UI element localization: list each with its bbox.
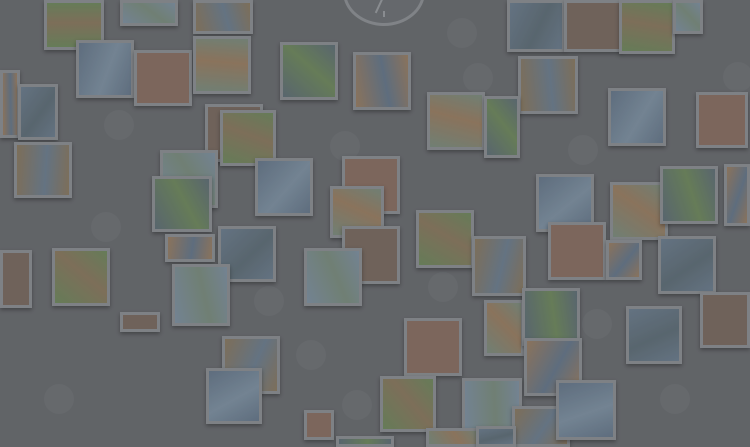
photo-thumbnail[interactable] [172, 264, 230, 326]
photo-thumbnail[interactable] [304, 248, 362, 306]
bokeh-dot [463, 63, 493, 93]
photo-thumbnail[interactable] [14, 142, 72, 198]
photo-thumbnail[interactable] [696, 92, 748, 148]
photo-thumbnail[interactable] [660, 166, 718, 224]
photo-thumbnail[interactable] [152, 176, 212, 232]
photo-thumbnail[interactable] [507, 0, 565, 52]
photo-thumbnail[interactable] [193, 0, 253, 34]
clock-tick [383, 11, 385, 17]
bokeh-dot [296, 340, 326, 370]
photo-thumbnail[interactable] [484, 96, 520, 158]
photo-thumbnail[interactable] [606, 240, 642, 280]
bokeh-dot [104, 110, 134, 140]
photo-thumbnail[interactable] [255, 158, 313, 216]
photo-thumbnail[interactable] [134, 50, 192, 106]
photo-thumbnail[interactable] [518, 56, 578, 114]
photo-thumbnail[interactable] [548, 222, 606, 280]
photo-thumbnail[interactable] [427, 92, 485, 150]
photo-thumbnail[interactable] [206, 368, 262, 424]
photo-thumbnail[interactable] [52, 248, 110, 306]
photo-thumbnail[interactable] [0, 250, 32, 308]
photo-thumbnail[interactable] [564, 0, 622, 52]
photo-thumbnail[interactable] [404, 318, 462, 376]
photo-thumbnail[interactable] [380, 376, 436, 432]
photo-thumbnail[interactable] [626, 306, 682, 364]
photo-thumbnail[interactable] [673, 0, 703, 34]
photo-thumbnail[interactable] [120, 0, 178, 26]
photo-thumbnail[interactable] [700, 292, 750, 348]
bokeh-dot [342, 390, 372, 420]
photo-thumbnail[interactable] [416, 210, 474, 268]
photo-thumbnail[interactable] [76, 40, 134, 98]
photo-thumbnail[interactable] [120, 312, 160, 332]
photo-thumbnail[interactable] [658, 236, 716, 294]
photo-thumbnail[interactable] [18, 84, 58, 140]
bokeh-dot [568, 135, 598, 165]
photo-thumbnail[interactable] [353, 52, 411, 110]
photo-thumbnail[interactable] [193, 36, 251, 94]
photo-thumbnail[interactable] [304, 410, 334, 440]
bokeh-dot [582, 309, 612, 339]
photo-thumbnail[interactable] [619, 0, 675, 54]
bokeh-dot [660, 384, 690, 414]
bokeh-dot [447, 18, 477, 48]
photo-thumbnail[interactable] [556, 380, 616, 440]
photo-thumbnail[interactable] [608, 88, 666, 146]
bokeh-dot [723, 62, 750, 92]
photo-thumbnail[interactable] [280, 42, 338, 100]
photo-thumbnail[interactable] [426, 428, 482, 447]
photo-thumbnail[interactable] [472, 236, 526, 296]
photo-thumbnail[interactable] [165, 234, 215, 262]
photo-thumbnail[interactable] [336, 436, 394, 447]
photo-thumbnail[interactable] [484, 300, 524, 356]
photo-thumbnail[interactable] [0, 70, 20, 138]
photo-thumbnail[interactable] [476, 426, 516, 447]
bokeh-dot [428, 272, 458, 302]
photo-thumbnail[interactable] [724, 164, 750, 226]
bokeh-dot [254, 286, 284, 316]
bokeh-dot [44, 384, 74, 414]
bokeh-dot [91, 212, 121, 242]
